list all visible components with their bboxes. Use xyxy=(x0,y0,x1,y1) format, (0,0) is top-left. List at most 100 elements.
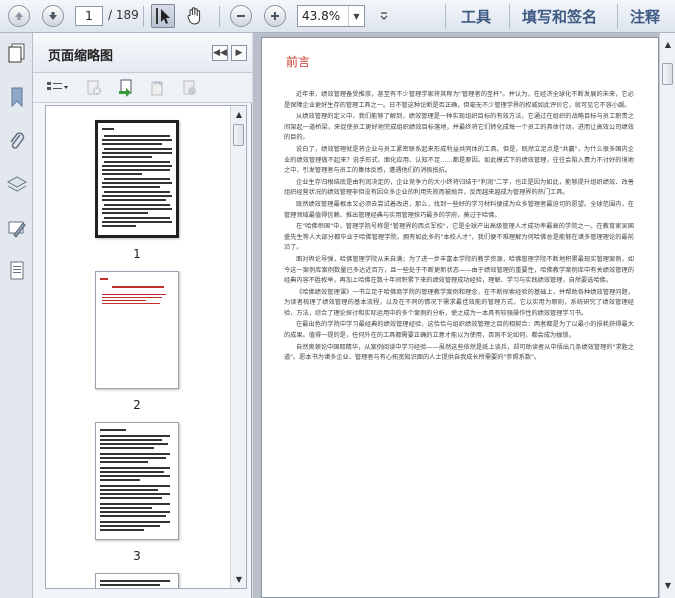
thumbnail-number: 2 xyxy=(133,398,141,412)
thumbnail-page-4[interactable] xyxy=(95,573,179,588)
thumb-line xyxy=(100,278,108,280)
thumb-line xyxy=(100,503,170,505)
main-toolbar: 1 / 189 43.8% ▼ 工具 填写和签名 注释 xyxy=(0,0,675,33)
thumbnail-panel: 页面缩略图 ◀◀ ▶ 1 2 3 ▲ ▼ xyxy=(33,33,252,598)
thumb-line xyxy=(102,169,170,171)
thumb-line xyxy=(102,300,146,301)
toolbar-divider xyxy=(143,6,144,27)
collapse-panel-button[interactable]: ◀◀ xyxy=(212,45,228,61)
select-tool-button[interactable] xyxy=(151,4,175,28)
page-info-rail-button[interactable] xyxy=(5,259,29,283)
thumb-line xyxy=(100,525,160,527)
panel-toolbar xyxy=(33,73,252,103)
thumb-line xyxy=(102,199,166,201)
panel-next-button[interactable]: ▶ xyxy=(231,45,247,61)
thumb-line xyxy=(104,148,172,150)
scroll-up-icon[interactable]: ▲ xyxy=(232,107,246,121)
scroll-down-icon[interactable]: ▼ xyxy=(232,572,246,586)
options-menu-icon xyxy=(47,82,68,90)
document-view: 前言 近年来，绩效管理备受推崇，甚至有不少管理学家将其称为"管理者的圣杯"。并认… xyxy=(253,33,675,598)
thumb-line xyxy=(102,143,162,145)
thumb-line xyxy=(104,204,170,206)
toolbar-divider xyxy=(445,4,446,29)
page-heading: 前言 xyxy=(286,55,311,69)
thumb-line xyxy=(102,297,162,298)
thumb-line xyxy=(102,182,172,184)
thumb-line xyxy=(104,191,170,193)
thumb-line xyxy=(100,447,154,449)
thumb-line xyxy=(100,457,166,459)
extract-pages-button[interactable] xyxy=(117,79,137,97)
comment-menu[interactable]: 注释 xyxy=(630,6,660,27)
body-paragraph: 企业生存归根结底是由利润决定的，企业竞争力的大小终将归结于"利润"二字，也正是因… xyxy=(284,178,634,197)
previous-page-button[interactable] xyxy=(6,4,32,28)
body-paragraph: 在最出色的学院中学习最经典的绩效管理经验，这恰恰与组织绩效管理之目的相契合：两者… xyxy=(284,321,634,340)
thumbnail-page-3[interactable] xyxy=(95,422,179,540)
scroll-up-icon[interactable]: ▲ xyxy=(661,37,675,51)
toolbar-more-button[interactable] xyxy=(371,4,397,28)
thumbnail-options-button[interactable] xyxy=(45,79,71,97)
thumb-line xyxy=(100,580,170,582)
pages-icon xyxy=(8,43,25,63)
thumb-line xyxy=(100,529,144,531)
double-chevron-left-icon: ◀◀ xyxy=(213,48,227,58)
zoom-out-button[interactable] xyxy=(228,4,254,28)
page-body: 近年来，绩效管理备受推崇，甚至有不少管理学家将其称为"管理者的圣杯"。并认为，在… xyxy=(284,90,634,365)
panel-header: 页面缩略图 ◀◀ ▶ xyxy=(33,33,252,73)
signatures-rail-button[interactable] xyxy=(5,217,29,241)
scroll-down-icon[interactable]: ▼ xyxy=(661,578,675,592)
attachments-rail-button[interactable] xyxy=(5,129,29,153)
rotate-pages-button[interactable] xyxy=(147,79,167,97)
thumbnail-number: 1 xyxy=(133,247,141,261)
thumb-line xyxy=(104,135,170,137)
thumb-line xyxy=(102,303,160,304)
delete-pages-button[interactable] xyxy=(84,79,104,97)
document-scrollbar[interactable]: ▲ ▼ xyxy=(659,33,675,598)
thumb-line xyxy=(102,128,114,130)
layers-rail-button[interactable] xyxy=(5,173,29,197)
thumbnail-page-2[interactable] xyxy=(95,271,179,389)
scrollbar-thumb[interactable] xyxy=(662,63,673,85)
thumb-line xyxy=(100,497,162,499)
thumb-line xyxy=(100,443,168,445)
thumbnail-number: 3 xyxy=(133,549,141,563)
thumb-line xyxy=(100,467,170,469)
hand-tool-button[interactable] xyxy=(182,4,208,28)
hand-icon xyxy=(187,7,201,25)
next-page-button[interactable] xyxy=(40,4,66,28)
zoom-select[interactable]: 43.8% ▼ xyxy=(297,5,365,27)
document-page: 前言 近年来，绩效管理备受推崇，甚至有不少管理学家将其称为"管理者的圣杯"。并认… xyxy=(261,37,659,598)
thumb-line xyxy=(102,165,172,167)
tools-menu[interactable]: 工具 xyxy=(461,6,491,27)
thumbnail-page-1[interactable] xyxy=(95,120,179,238)
thumb-line xyxy=(100,429,126,431)
thumb-line xyxy=(100,453,170,455)
fill-sign-menu[interactable]: 填写和签名 xyxy=(522,6,597,27)
thumb-line xyxy=(100,521,170,523)
chevron-down-icon[interactable]: ▼ xyxy=(348,6,364,26)
thumb-line xyxy=(102,139,172,141)
minus-icon xyxy=(230,5,252,27)
thumb-line xyxy=(112,286,164,288)
thumb-line xyxy=(100,515,166,517)
zoom-in-button[interactable] xyxy=(262,4,288,28)
insert-page-icon xyxy=(183,80,196,95)
toolbar-divider xyxy=(219,6,220,27)
extract-page-icon xyxy=(119,79,132,97)
page-number-input[interactable]: 1 xyxy=(75,6,103,26)
thumbnail-scrollbar[interactable]: ▲ ▼ xyxy=(230,106,246,588)
pdf-reader-window: 1 / 189 43.8% ▼ 工具 填写和签名 注释 页面缩略图 ◀◀ ▶ 1… xyxy=(0,0,675,598)
insert-pages-button[interactable] xyxy=(179,79,199,97)
thumb-line xyxy=(104,161,170,163)
thumb-line xyxy=(102,195,172,197)
plus-icon xyxy=(264,5,286,27)
thumb-line xyxy=(100,435,170,437)
body-paragraph: 《哈佛绩效管理课》一书立足于哈佛商学院的管理教学案例和理念，在不断探索经验的基础… xyxy=(284,288,634,317)
page-thumbnails-rail-button[interactable] xyxy=(5,41,29,65)
toolbar-divider xyxy=(617,4,618,29)
thumb-line xyxy=(100,475,170,477)
body-paragraph: 自然奥顿论中国取精华，从案例阅读中学习经验——虽然这些依然是纸上谈兵，却可助读者… xyxy=(284,343,634,362)
bookmarks-rail-button[interactable] xyxy=(5,85,29,109)
thumb-line xyxy=(100,511,170,513)
scrollbar-thumb[interactable] xyxy=(233,124,244,146)
